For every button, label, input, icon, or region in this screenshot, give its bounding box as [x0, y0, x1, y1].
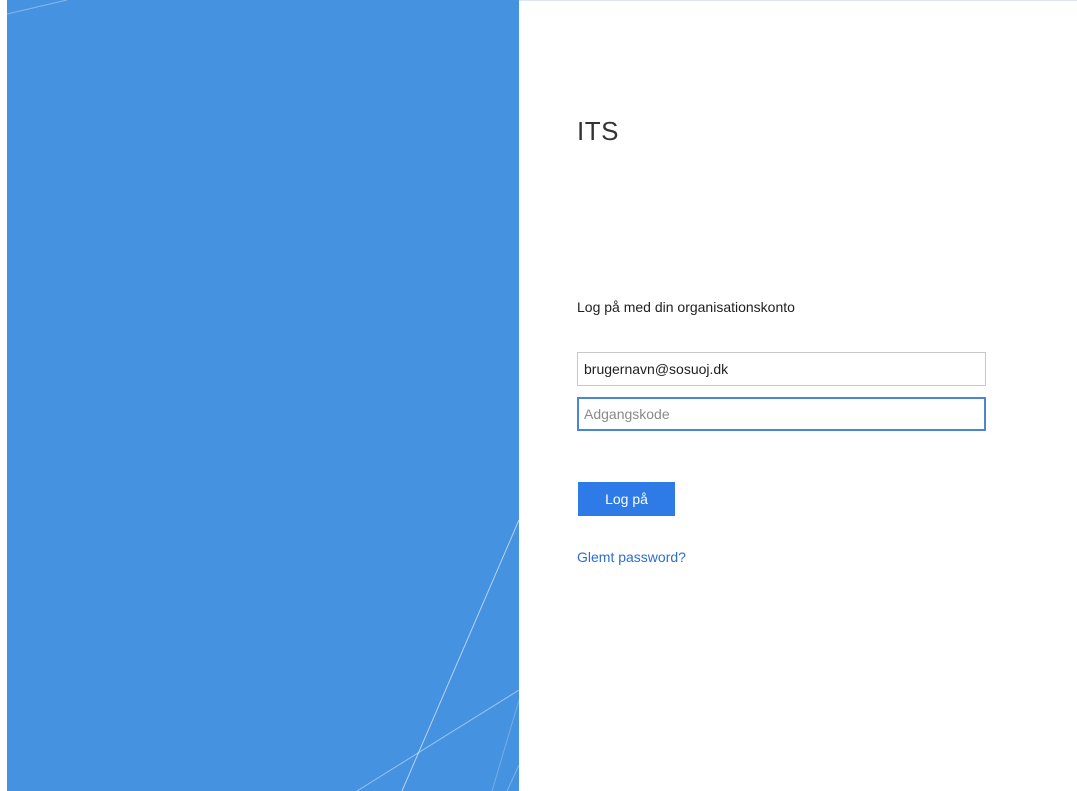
left-gutter — [0, 0, 7, 791]
illustration-panel — [7, 0, 519, 791]
forgot-password-link[interactable]: Glemt password? — [577, 549, 686, 565]
app-title: ITS — [577, 116, 619, 146]
decorative-lines-graphic — [7, 0, 519, 791]
password-input[interactable] — [577, 397, 986, 431]
sign-in-page: ITS Log på med din organisationskonto Lo… — [0, 0, 1077, 791]
login-prompt: Log på med din organisationskonto — [577, 299, 795, 315]
log-in-button[interactable]: Log på — [578, 482, 675, 516]
username-input[interactable] — [577, 352, 986, 386]
login-form: ITS Log på med din organisationskonto Lo… — [577, 0, 997, 791]
